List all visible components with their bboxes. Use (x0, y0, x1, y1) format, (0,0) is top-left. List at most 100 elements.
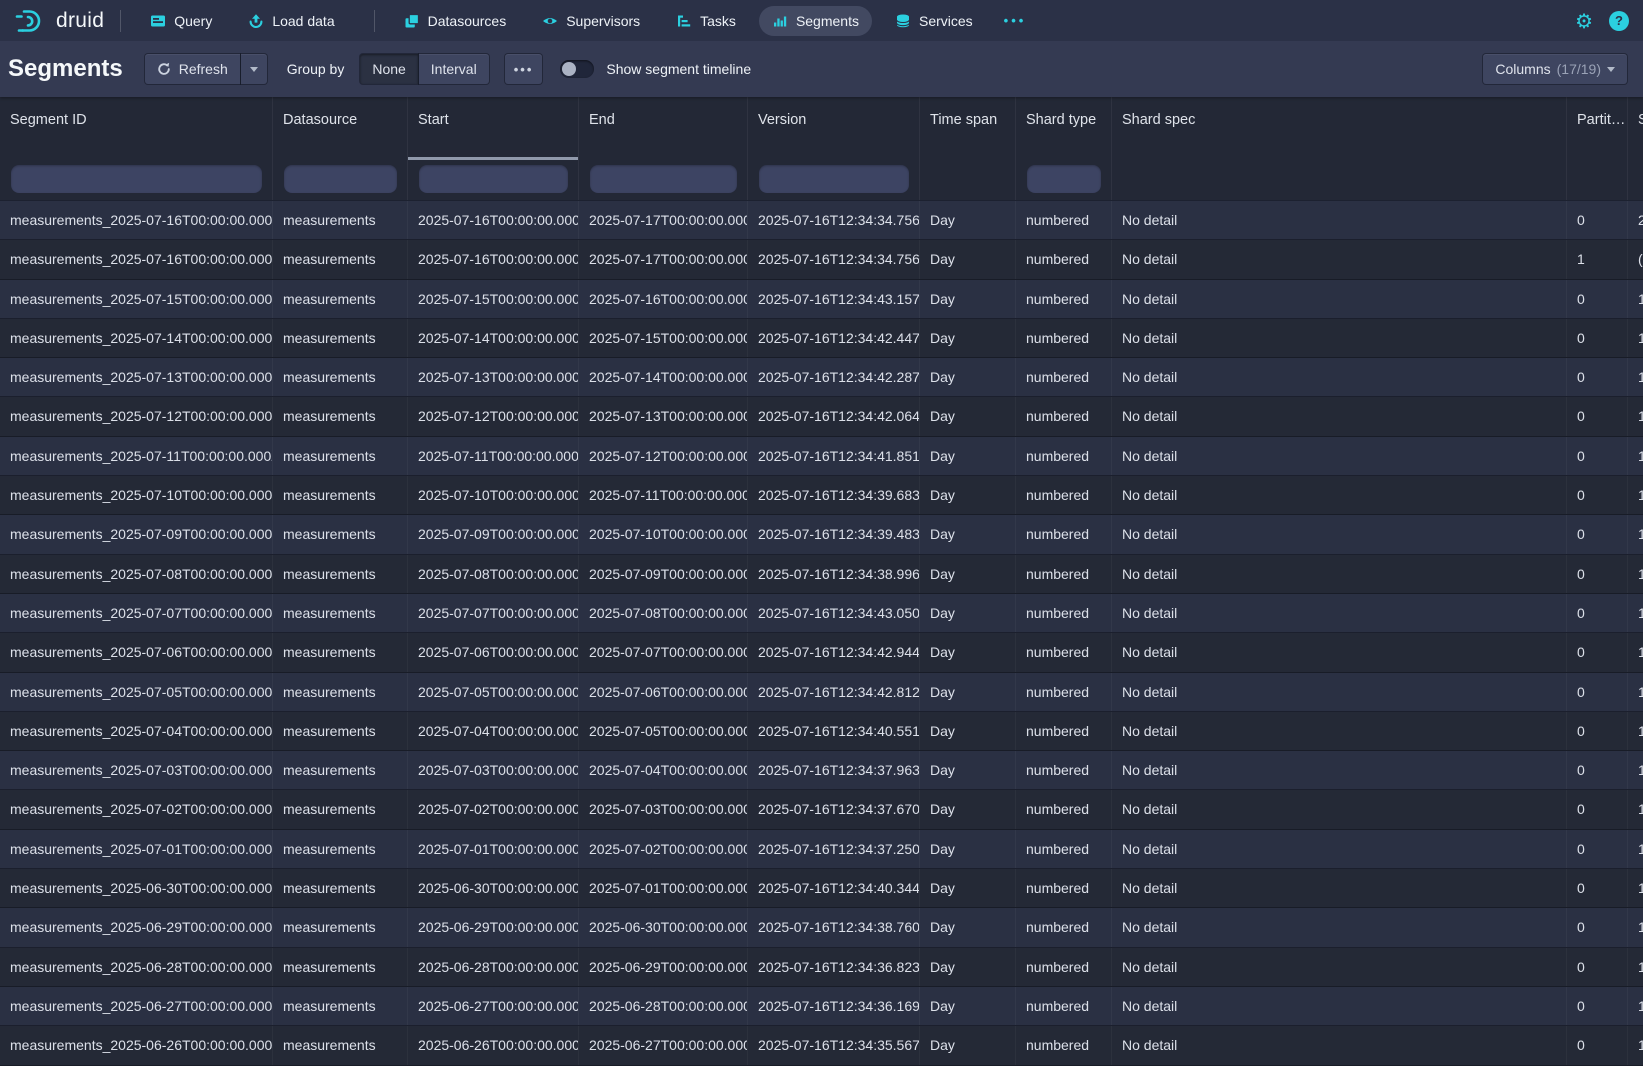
cell-start[interactable]: 2025-07-03T00:00:00.000Z (408, 751, 579, 789)
cell-shard-type[interactable]: numbered (1016, 987, 1112, 1025)
cell-start[interactable]: 2025-07-07T00:00:00.000Z (408, 594, 579, 632)
cell-time-span[interactable]: Day (920, 358, 1016, 396)
cell-shard-spec[interactable]: No detail (1112, 712, 1567, 750)
cell-time-span[interactable]: Day (920, 594, 1016, 632)
cell-end[interactable]: 2025-07-11T00:00:00.000Z (579, 476, 748, 514)
cell-size[interactable]: 1 (1628, 908, 1643, 946)
cell-end[interactable]: 2025-06-28T00:00:00.000Z (579, 987, 748, 1025)
cell-shard-type[interactable]: numbered (1016, 673, 1112, 711)
cell-segment-id[interactable]: measurements_2025-07-06T00:00:00.000Z... (0, 633, 273, 671)
cell-shard-type[interactable]: numbered (1016, 830, 1112, 868)
cell-start[interactable]: 2025-07-13T00:00:00.000Z (408, 358, 579, 396)
nav-item-datasources[interactable]: Datasources (391, 6, 520, 36)
cell-segment-id[interactable]: measurements_2025-06-26T00:00:00.000Z... (0, 1026, 273, 1064)
cell-shard-type[interactable]: numbered (1016, 555, 1112, 593)
cell-size[interactable]: 2 (1628, 201, 1643, 239)
filter-input-segment-id[interactable] (11, 165, 262, 193)
cell-shard-type[interactable]: numbered (1016, 751, 1112, 789)
cell-segment-id[interactable]: measurements_2025-07-12T00:00:00.000Z... (0, 397, 273, 435)
cell-datasource[interactable]: measurements (273, 869, 408, 907)
cell-time-span[interactable]: Day (920, 712, 1016, 750)
cell-version[interactable]: 2025-07-16T12:34:42.944Z (748, 633, 920, 671)
cell-size[interactable]: 1 (1628, 869, 1643, 907)
cell-version[interactable]: 2025-07-16T12:34:39.683Z (748, 476, 920, 514)
cell-partition[interactable]: 0 (1567, 319, 1628, 357)
cell-size[interactable]: 1 (1628, 712, 1643, 750)
cell-time-span[interactable]: Day (920, 869, 1016, 907)
cell-start[interactable]: 2025-07-11T00:00:00.000Z (408, 437, 579, 475)
cell-shard-type[interactable]: numbered (1016, 476, 1112, 514)
nav-item-query[interactable]: Query (137, 6, 225, 36)
cell-partition[interactable]: 0 (1567, 1026, 1628, 1064)
cell-shard-spec[interactable]: No detail (1112, 987, 1567, 1025)
cell-time-span[interactable]: Day (920, 987, 1016, 1025)
cell-start[interactable]: 2025-07-14T00:00:00.000Z (408, 319, 579, 357)
cell-shard-spec[interactable]: No detail (1112, 594, 1567, 632)
nav-item-supervisors[interactable]: Supervisors (529, 6, 653, 36)
nav-item-services[interactable]: Services (882, 6, 986, 36)
cell-end[interactable]: 2025-07-17T00:00:00.000Z (579, 240, 748, 278)
cell-shard-spec[interactable]: No detail (1112, 633, 1567, 671)
cell-time-span[interactable]: Day (920, 240, 1016, 278)
cell-partition[interactable]: 0 (1567, 594, 1628, 632)
cell-partition[interactable]: 0 (1567, 555, 1628, 593)
cell-start[interactable]: 2025-07-05T00:00:00.000Z (408, 673, 579, 711)
cell-shard-spec[interactable]: No detail (1112, 555, 1567, 593)
cell-shard-type[interactable]: numbered (1016, 397, 1112, 435)
cell-size[interactable]: 1 (1628, 319, 1643, 357)
cell-datasource[interactable]: measurements (273, 280, 408, 318)
cell-time-span[interactable]: Day (920, 437, 1016, 475)
cell-start[interactable]: 2025-06-26T00:00:00.000Z (408, 1026, 579, 1064)
cell-shard-spec[interactable]: No detail (1112, 240, 1567, 278)
cell-size[interactable]: 1 (1628, 515, 1643, 553)
cell-end[interactable]: 2025-06-29T00:00:00.000Z (579, 948, 748, 986)
cell-start[interactable]: 2025-07-15T00:00:00.000Z (408, 280, 579, 318)
cell-size[interactable]: 1 (1628, 633, 1643, 671)
cell-shard-type[interactable]: numbered (1016, 437, 1112, 475)
cell-end[interactable]: 2025-07-07T00:00:00.000Z (579, 633, 748, 671)
cell-size[interactable]: 1 (1628, 280, 1643, 318)
cell-shard-type[interactable]: numbered (1016, 280, 1112, 318)
cell-datasource[interactable]: measurements (273, 437, 408, 475)
cell-shard-type[interactable]: numbered (1016, 594, 1112, 632)
cell-start[interactable]: 2025-06-27T00:00:00.000Z (408, 987, 579, 1025)
cell-segment-id[interactable]: measurements_2025-06-27T00:00:00.000Z... (0, 987, 273, 1025)
cell-datasource[interactable]: measurements (273, 240, 408, 278)
cell-segment-id[interactable]: measurements_2025-07-16T00:00:00.000Z... (0, 201, 273, 239)
cell-version[interactable]: 2025-07-16T12:34:42.287Z (748, 358, 920, 396)
cell-datasource[interactable]: measurements (273, 987, 408, 1025)
filter-input-start[interactable] (419, 165, 568, 193)
cell-segment-id[interactable]: measurements_2025-07-11T00:00:00.000Z... (0, 437, 273, 475)
cell-version[interactable]: 2025-07-16T12:34:37.963Z (748, 751, 920, 789)
cell-version[interactable]: 2025-07-16T12:34:36.169Z (748, 987, 920, 1025)
cell-end[interactable]: 2025-07-14T00:00:00.000Z (579, 358, 748, 396)
cell-time-span[interactable]: Day (920, 673, 1016, 711)
refresh-dropdown-button[interactable] (241, 54, 267, 84)
cell-end[interactable]: 2025-07-09T00:00:00.000Z (579, 555, 748, 593)
column-header-size[interactable]: Size (1628, 97, 1643, 160)
cell-datasource[interactable]: measurements (273, 1026, 408, 1064)
cell-time-span[interactable]: Day (920, 830, 1016, 868)
cell-version[interactable]: 2025-07-16T12:34:42.447Z (748, 319, 920, 357)
cell-version[interactable]: 2025-07-16T12:34:38.760Z (748, 908, 920, 946)
nav-item-load-data[interactable]: Load data (235, 6, 347, 36)
cell-shard-type[interactable]: numbered (1016, 201, 1112, 239)
cell-datasource[interactable]: measurements (273, 790, 408, 828)
cell-end[interactable]: 2025-06-30T00:00:00.000Z (579, 908, 748, 946)
cell-time-span[interactable]: Day (920, 476, 1016, 514)
cell-shard-spec[interactable]: No detail (1112, 830, 1567, 868)
cell-time-span[interactable]: Day (920, 555, 1016, 593)
cell-time-span[interactable]: Day (920, 908, 1016, 946)
cell-datasource[interactable]: measurements (273, 555, 408, 593)
cell-version[interactable]: 2025-07-16T12:34:36.823Z (748, 948, 920, 986)
cell-time-span[interactable]: Day (920, 397, 1016, 435)
column-header-datasource[interactable]: Datasource (273, 97, 408, 160)
cell-start[interactable]: 2025-07-10T00:00:00.000Z (408, 476, 579, 514)
cell-partition[interactable]: 0 (1567, 790, 1628, 828)
cell-time-span[interactable]: Day (920, 201, 1016, 239)
cell-end[interactable]: 2025-07-06T00:00:00.000Z (579, 673, 748, 711)
cell-datasource[interactable]: measurements (273, 633, 408, 671)
cell-shard-spec[interactable]: No detail (1112, 280, 1567, 318)
cell-size[interactable]: 1 (1628, 1026, 1643, 1064)
cell-datasource[interactable]: measurements (273, 358, 408, 396)
